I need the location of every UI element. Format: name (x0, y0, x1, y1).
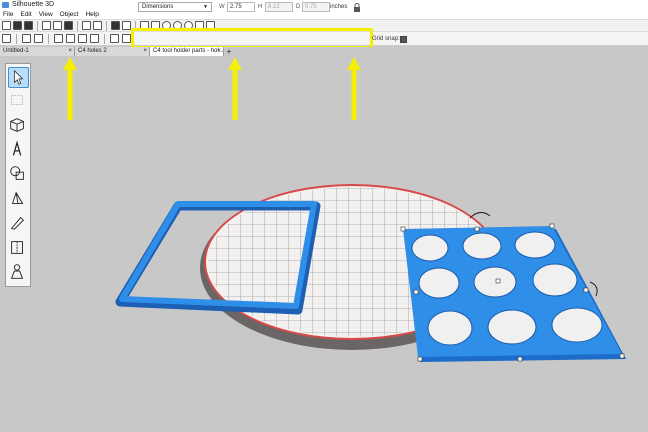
width-field[interactable]: 2.75 (227, 2, 255, 12)
cube-tool-button[interactable] (8, 116, 29, 137)
toolbar-divider (77, 20, 78, 31)
mirror-icon (11, 241, 23, 254)
knife-icon (10, 216, 25, 230)
viewport-3d[interactable] (0, 56, 648, 432)
select-tool-button[interactable] (8, 67, 29, 88)
tool-holder-object[interactable] (400, 212, 626, 362)
annotation-arrows (63, 57, 361, 120)
ungroup-icon[interactable] (66, 34, 75, 43)
menu-file[interactable]: File (3, 10, 13, 19)
new-file-icon[interactable] (2, 21, 11, 30)
paste-icon[interactable] (64, 21, 73, 30)
weld-icon[interactable] (78, 34, 87, 43)
tab-label: C4 tool holder parts - hol... (153, 48, 224, 54)
view-icon[interactable] (122, 21, 131, 30)
tab-label: Untitled-1 (3, 48, 29, 54)
depth-label: D (296, 4, 301, 10)
align-tool-button[interactable] (8, 91, 29, 112)
rotate-right-icon[interactable] (34, 34, 43, 43)
window-title: Silhouette 3D (12, 1, 55, 8)
close-icon[interactable]: × (68, 47, 72, 56)
copy-icon[interactable] (53, 21, 62, 30)
text-3d-icon (12, 140, 22, 156)
extrude-icon (11, 191, 24, 204)
toolbar-divider (106, 20, 107, 31)
rotate-handle-icon (589, 281, 598, 297)
menu-help[interactable]: Help (85, 10, 98, 19)
open-file-icon[interactable] (13, 21, 22, 30)
grid-icon[interactable] (111, 21, 120, 30)
close-icon[interactable]: × (143, 47, 147, 56)
tool-palette (5, 63, 31, 287)
menu-edit[interactable]: Edit (20, 10, 31, 19)
shapes-tool-button[interactable] (8, 164, 29, 185)
tab-c4-tool-holder[interactable]: C4 tool holder parts - hol... × (150, 47, 224, 56)
dimensions-dropdown-value: Dimensions (142, 4, 174, 10)
redo-icon[interactable] (93, 21, 102, 30)
close-icon[interactable]: × (217, 47, 221, 56)
distribute-icon[interactable] (122, 34, 131, 43)
save-icon[interactable] (24, 21, 33, 30)
app-window: Silhouette 3D File Edit View Object Help (0, 0, 648, 432)
align-icon (11, 95, 23, 106)
align-icon[interactable] (110, 34, 119, 43)
height-field[interactable]: 8.12 (265, 2, 293, 12)
grid-snap-checkbox[interactable] (400, 36, 407, 43)
tab-c4-holes-2[interactable]: C4 holes 2 × (75, 47, 150, 56)
depth-field[interactable]: 0.75 (302, 2, 330, 12)
delete-icon[interactable] (90, 34, 99, 43)
menu-object[interactable]: Object (60, 10, 79, 19)
menu-view[interactable]: View (39, 10, 53, 19)
figure-tool-button[interactable] (8, 262, 29, 283)
document-tabs: Untitled-1 × C4 holes 2 × C4 tool holder… (0, 47, 648, 56)
tab-untitled-1[interactable]: Untitled-1 × (0, 47, 75, 56)
width-label: W (219, 4, 225, 10)
shapes-icon (10, 166, 24, 180)
chevron-down-icon: ▼ (203, 4, 208, 10)
toolbar-divider (16, 33, 17, 44)
grid-snap-label: Grid snap: (372, 36, 400, 42)
knife-tool-button[interactable] (8, 213, 29, 234)
toolbar-divider (104, 33, 105, 44)
undo-icon[interactable] (82, 21, 91, 30)
lock-icon[interactable] (353, 3, 361, 12)
units-label[interactable]: inches (330, 2, 352, 12)
toolbar-divider (48, 33, 49, 44)
tab-label: C4 holes 2 (78, 48, 107, 54)
app-icon (2, 2, 9, 8)
dimensions-dropdown[interactable]: Dimensions ▼ (138, 2, 212, 12)
select-box-icon[interactable] (2, 34, 11, 43)
text-tool-button[interactable] (8, 140, 29, 161)
figure-icon (10, 264, 24, 279)
cursor-icon (14, 69, 24, 85)
cut-icon[interactable] (42, 21, 51, 30)
dimensions-highlight-box (131, 28, 373, 49)
group-icon[interactable] (54, 34, 63, 43)
mirror-tool-button[interactable] (8, 238, 29, 259)
rotate-left-icon[interactable] (22, 34, 31, 43)
add-tab-icon[interactable]: + (224, 47, 234, 56)
height-label: H (258, 4, 263, 10)
toolbar-divider (37, 20, 38, 31)
cube-icon (10, 118, 24, 132)
extrude-tool-button[interactable] (8, 189, 29, 210)
